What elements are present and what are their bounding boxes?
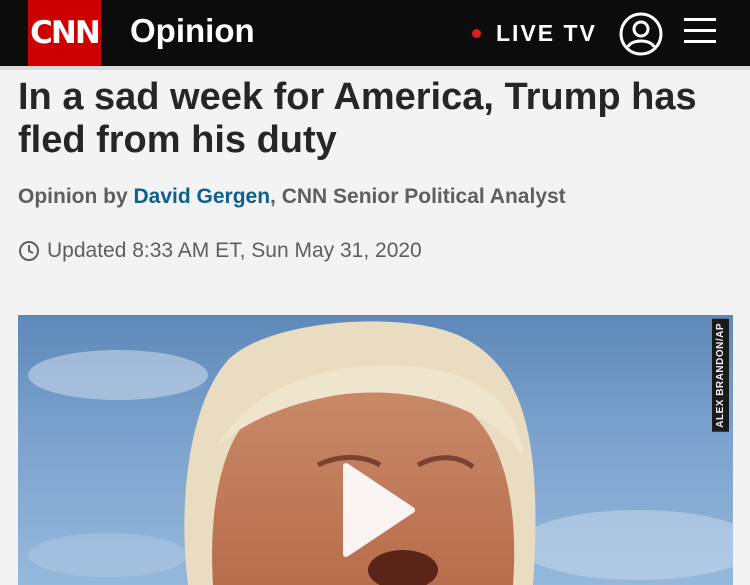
user-circle-icon[interactable]: [618, 11, 664, 57]
byline-suffix: , CNN Senior Political Analyst: [270, 185, 566, 208]
byline-prefix: Opinion by: [18, 185, 134, 208]
photo-credit: ALEX BRANDON/AP: [712, 319, 729, 432]
live-tv-link[interactable]: LIVE TV: [472, 16, 597, 50]
live-indicator-dot: [472, 28, 481, 38]
byline: Opinion by David Gergen, CNN Senior Poli…: [18, 185, 566, 209]
header-divider: [0, 66, 750, 70]
cnn-logo[interactable]: CNN: [28, 0, 101, 66]
live-tv-label: LIVE TV: [496, 19, 597, 46]
article-headline: In a sad week for America, Trump has fle…: [18, 76, 697, 161]
logo-text: CNN: [30, 15, 101, 51]
section-title[interactable]: Opinion: [130, 11, 255, 51]
timestamp-text: Updated 8:33 AM ET, Sun May 31, 2020: [47, 239, 422, 262]
update-timestamp: Updated 8:33 AM ET, Sun May 31, 2020: [18, 239, 422, 263]
play-icon[interactable]: [338, 460, 418, 560]
author-link[interactable]: David Gergen: [134, 185, 271, 208]
hamburger-menu-icon[interactable]: [683, 14, 717, 48]
clock-icon: [19, 241, 39, 261]
top-nav-bar: CNN Opinion LIVE TV: [0, 0, 750, 66]
video-player[interactable]: ALEX BRANDON/AP: [18, 315, 733, 585]
